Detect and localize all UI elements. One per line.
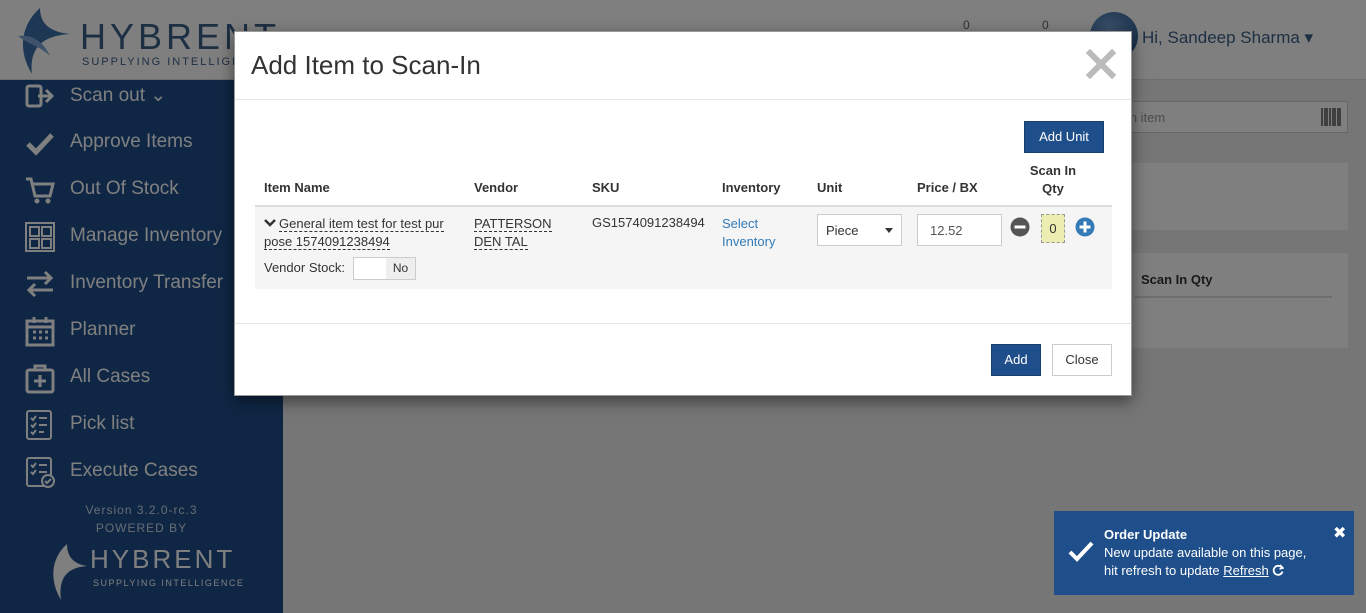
refresh-link[interactable]: Refresh <box>1223 563 1269 578</box>
item-name-cell: General item test for test pur pose 1574… <box>264 215 464 251</box>
check-icon <box>1068 541 1094 562</box>
modal-title: Add Item to Scan-In <box>251 50 481 80</box>
scan-in-qty-field[interactable]: 0 <box>1041 214 1065 243</box>
vendor-stock-toggle[interactable]: No <box>353 257 416 280</box>
column-header-sku: SKU <box>592 180 620 195</box>
add-unit-button[interactable]: Add Unit <box>1024 121 1104 153</box>
price-input[interactable] <box>917 214 1002 246</box>
select-inventory-link[interactable]: Select Inventory <box>722 215 802 251</box>
column-header-vendor: Vendor <box>474 180 519 195</box>
modal-header: Add Item to Scan-In <box>235 32 1131 100</box>
refresh-icon[interactable] <box>1272 564 1285 576</box>
close-icon[interactable] <box>1085 48 1117 80</box>
toast-message-line2: hit refresh to update Refresh <box>1104 563 1285 578</box>
modal-footer-divider <box>235 323 1131 324</box>
plus-circle-icon[interactable] <box>1075 217 1095 237</box>
column-header-item-name: Item Name <box>264 180 330 195</box>
vendor-cell: PATTERSON DEN TAL <box>474 215 582 251</box>
vendor-stock-label: Vendor Stock: <box>264 260 345 275</box>
header-line: Qty <box>1042 181 1064 196</box>
header-line: Scan In <box>1029 163 1077 178</box>
unit-selected-value: Piece <box>826 223 859 238</box>
unit-select[interactable]: Piece <box>817 214 902 246</box>
item-name-text[interactable]: General item test for test pur pose 1574… <box>264 216 444 250</box>
add-button[interactable]: Add <box>991 344 1041 376</box>
toast-message-prefix: hit refresh to update <box>1104 563 1224 578</box>
sku-cell: GS1574091238494 <box>592 215 705 230</box>
close-button[interactable]: Close <box>1052 344 1112 376</box>
minus-circle-icon[interactable] <box>1010 217 1030 237</box>
column-header-inventory: Inventory <box>722 180 781 195</box>
toggle-handle <box>354 258 386 279</box>
toast-close-icon[interactable]: ✖ <box>1333 523 1346 543</box>
chevron-down-icon[interactable] <box>264 218 276 228</box>
column-header-unit: Unit <box>817 180 843 195</box>
add-item-modal: Add Item to Scan-In Add Unit Item Name V… <box>234 31 1132 396</box>
toast-title: Order Update <box>1104 527 1188 542</box>
toggle-value: No <box>386 258 415 279</box>
caret-down-icon <box>885 228 893 233</box>
order-update-toast: Order Update New update available on thi… <box>1054 511 1354 595</box>
column-header-price: Price / BX <box>917 180 978 195</box>
toast-message: New update available on this page, <box>1104 545 1307 560</box>
column-header-scan-in-qty: Scan In Qty <box>1023 162 1083 198</box>
vendor-name[interactable]: PATTERSON DEN TAL <box>474 216 552 250</box>
